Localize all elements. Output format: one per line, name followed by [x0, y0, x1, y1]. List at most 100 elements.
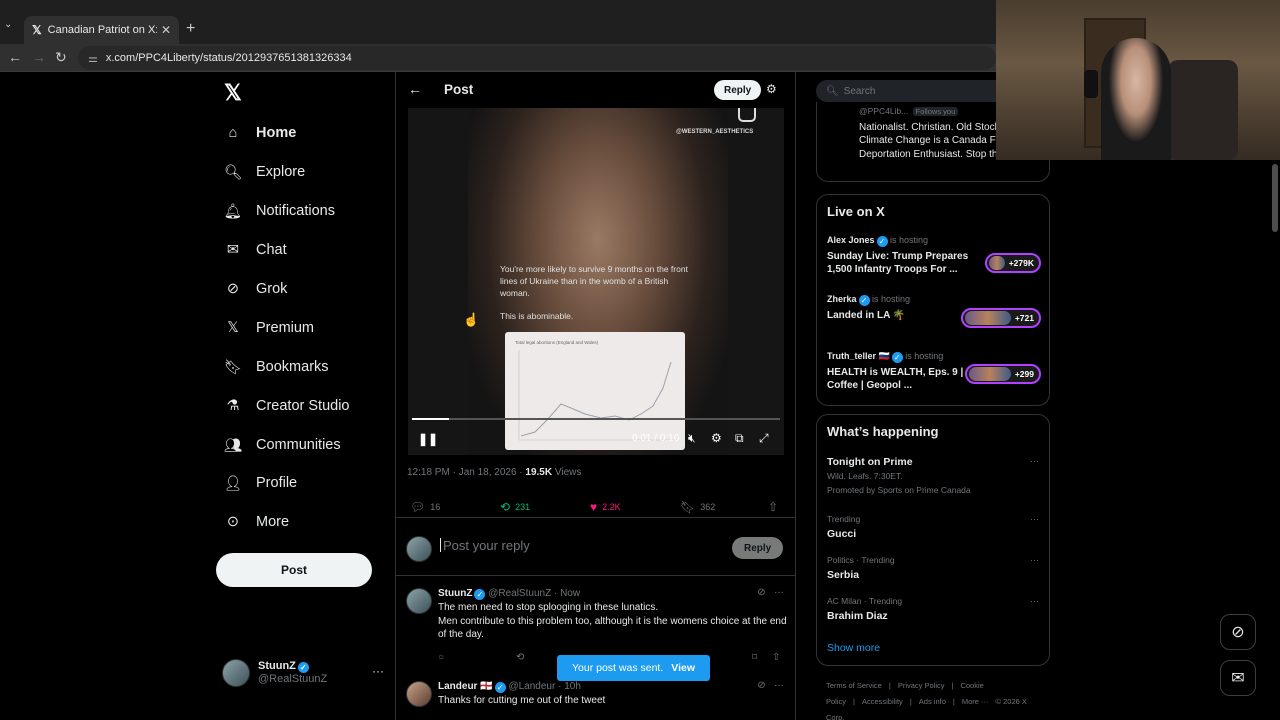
live-item[interactable]: Truth_teller 🇷🇺 ✓ is hosting HEALTH is WE…	[827, 351, 1041, 392]
heart-icon: ♥	[590, 500, 598, 514]
messages-float-icon[interactable]: ✉	[1220, 660, 1256, 696]
tweet-author[interactable]: StuunZ	[438, 588, 472, 599]
reply-button[interactable]: Reply	[732, 537, 784, 559]
verified-badge-icon: ✓	[891, 352, 903, 363]
trend-item[interactable]: AC Milan · Trending Brahim Diaz ···	[827, 596, 1041, 622]
back-icon[interactable]: ←	[8, 49, 22, 65]
footer-link[interactable]: More ···	[962, 697, 989, 706]
grok-float-icon[interactable]: ⊘	[1220, 614, 1256, 650]
footer-link[interactable]: Terms of Service	[826, 681, 882, 690]
pip-icon[interactable]: ⧉	[735, 431, 744, 446]
more-horizontal-icon[interactable]: ···	[372, 664, 384, 678]
more-horizontal-icon[interactable]: ···	[1030, 514, 1039, 524]
settings-icon[interactable]: ⚙	[711, 431, 722, 445]
nav-item-label: Notifications	[256, 203, 335, 219]
tweet-text-line: Thanks for cutting me out of the tweet	[438, 695, 606, 706]
reply-input[interactable]: Post your reply	[440, 538, 530, 553]
tab-search-icon[interactable]: ⌄	[4, 19, 18, 35]
verified-badge-icon: ✓	[474, 589, 486, 600]
search-icon: 🔍︎	[223, 164, 243, 181]
video-time: 0:01 / 0:10	[632, 433, 680, 444]
like-action[interactable]: ♥ 2.2K	[590, 500, 621, 514]
site-info-icon[interactable]: ⚌	[88, 52, 98, 65]
more-horizontal-icon[interactable]: ···	[1030, 456, 1039, 466]
live-listeners-pill[interactable]: +721	[960, 308, 1041, 328]
close-tab-icon[interactable]: ✕	[161, 23, 171, 37]
live-listeners-pill[interactable]: +279K	[984, 253, 1041, 273]
footer-link[interactable]: Privacy Policy	[898, 681, 945, 690]
live-listeners-pill[interactable]: +299	[964, 364, 1041, 384]
bookmark-icon: 🔖︎	[680, 500, 696, 514]
nav-item-notifications[interactable]: 🔔︎ Notifications	[224, 196, 335, 226]
trend-item[interactable]: Trending Gucci ···	[827, 514, 1041, 540]
nav-item-more[interactable]: ⊙ More	[224, 507, 289, 537]
trend-item[interactable]: Politics · Trending Serbia ···	[827, 555, 1041, 581]
tweet-text-line: The men need to stop splooging in these …	[438, 602, 659, 613]
forward-icon[interactable]: →	[32, 49, 46, 65]
repost-icon[interactable]: ⟲	[516, 652, 524, 663]
page-scrollbar[interactable]	[1270, 160, 1280, 720]
post-button[interactable]: Post	[216, 553, 372, 587]
bio-handle[interactable]: @PPC4Lib...	[859, 106, 908, 116]
fullscreen-icon[interactable]: ⤢	[759, 431, 769, 446]
more-circle-icon: ⊙	[226, 514, 240, 530]
pause-icon[interactable]: ❚❚	[418, 432, 438, 446]
live-item[interactable]: Alex Jones ✓ is hosting Sunday Live: Trum…	[827, 235, 1041, 276]
reload-icon[interactable]: ↻	[55, 49, 67, 66]
account-handle: @RealStuunZ	[258, 673, 328, 685]
scrollbar-thumb[interactable]	[1272, 164, 1278, 232]
avatar[interactable]	[406, 681, 432, 707]
nav-item-grok[interactable]: ⊘ Grok	[224, 274, 288, 304]
trend-item[interactable]: Tonight on Prime Wild. Leafs. 7:30ET. Pr…	[827, 456, 1041, 495]
more-horizontal-icon[interactable]: ···	[1030, 555, 1039, 565]
browser-tab[interactable]: 𝕏 Canadian Patriot on X: "https:// ✕	[24, 16, 179, 44]
more-horizontal-icon[interactable]: ···	[774, 680, 784, 691]
nav-item-communities[interactable]: 👥︎ Communities	[224, 430, 341, 460]
comment-icon[interactable]: ○	[438, 652, 444, 663]
avatar	[406, 536, 432, 562]
footer-link[interactable]: Accessibility	[862, 697, 903, 706]
live-on-x-card: Live on X Alex Jones ✓ is hosting Sunday …	[816, 194, 1050, 406]
grok-icon[interactable]: ⊘	[757, 680, 765, 691]
share-action[interactable]: ⇧	[768, 500, 783, 514]
account-name: StuunZ	[258, 660, 296, 672]
reply-settings-icon[interactable]: ⚙	[766, 82, 777, 96]
nav-item-bookmarks[interactable]: 🔖︎ Bookmarks	[224, 352, 329, 382]
share-icon[interactable]: ⇧	[772, 652, 780, 663]
grok-icon[interactable]: ⊘	[757, 587, 765, 598]
tweet-author[interactable]: Landeur	[438, 681, 477, 692]
video-scrubber[interactable]	[412, 418, 780, 420]
grok-icon: ⊘	[226, 281, 240, 297]
post-sent-toast: Your post was sent. View	[557, 655, 710, 681]
new-tab-icon[interactable]: +	[186, 20, 195, 38]
toast-view-link[interactable]: View	[671, 662, 695, 674]
x-favicon-icon: 𝕏	[32, 23, 42, 37]
account-switcher[interactable]: StuunZ ✓ @RealStuunZ ···	[222, 658, 384, 688]
back-arrow-icon[interactable]: ←	[408, 81, 422, 97]
show-more-link[interactable]: Show more	[827, 642, 880, 654]
nav-item-home[interactable]: ⌂ Home	[224, 118, 297, 148]
footer-link[interactable]: Ads info	[919, 697, 946, 706]
bell-icon: 🔔︎	[223, 203, 243, 220]
nav-item-creator-studio[interactable]: ⚗ Creator Studio	[224, 391, 350, 421]
reply-header-button[interactable]: Reply	[714, 80, 762, 100]
mute-icon[interactable]: 🔇︎	[688, 431, 696, 446]
nav-item-explore[interactable]: 🔍︎ Explore	[224, 157, 305, 187]
nav-item-profile[interactable]: 👤︎ Profile	[224, 468, 297, 498]
nav-item-chat[interactable]: ✉ Chat	[224, 235, 287, 265]
bookmark-icon[interactable]: ⌑	[752, 652, 757, 663]
more-horizontal-icon[interactable]: ···	[1030, 596, 1039, 606]
nav-item-premium[interactable]: 𝕏 Premium	[224, 313, 314, 343]
video-player[interactable]: @WESTERN_AESTHETICS You're more likely t…	[408, 108, 784, 455]
repost-action[interactable]: ⟲ 231	[500, 500, 530, 514]
bookmark-action[interactable]: 🔖︎ 362	[680, 500, 715, 514]
more-horizontal-icon[interactable]: ···	[774, 587, 784, 598]
trend-context: Politics · Trending	[827, 555, 895, 565]
x-logo-icon[interactable]: 𝕏	[224, 80, 242, 106]
live-host: Alex Jones	[827, 235, 875, 245]
url-input[interactable]: ⚌ x.com/PPC4Liberty/status/2012937651381…	[78, 46, 996, 70]
reply-action[interactable]: 💬︎ 16	[410, 500, 440, 514]
avatar[interactable]	[406, 588, 432, 614]
trend-title: Serbia	[827, 569, 860, 581]
live-item[interactable]: Zherka ✓ is hosting Landed in LA 🌴 +721	[827, 294, 1041, 328]
